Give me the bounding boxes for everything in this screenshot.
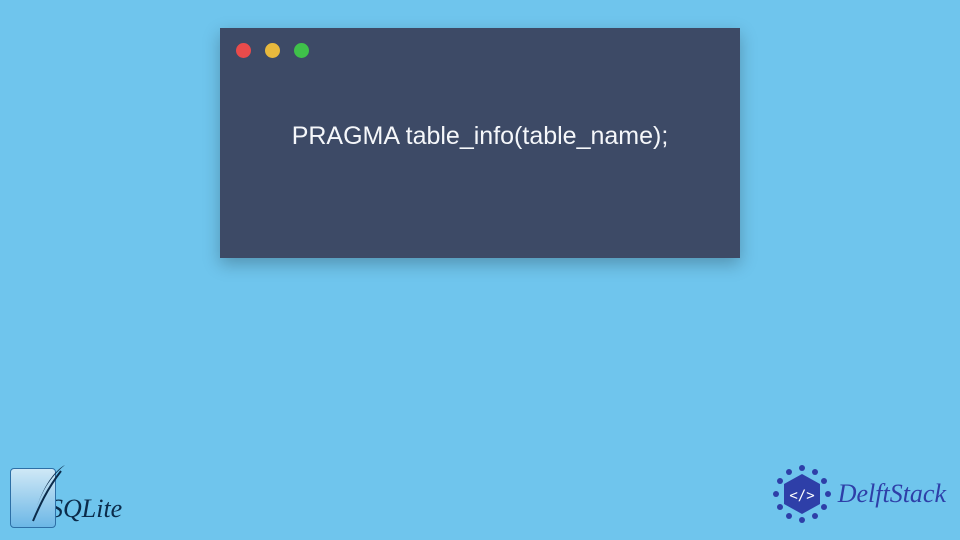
code-window: PRAGMA table_info(table_name); bbox=[220, 28, 740, 258]
feather-icon bbox=[27, 463, 69, 525]
delftstack-badge-icon: </> bbox=[770, 462, 834, 526]
sqlite-box-icon bbox=[10, 468, 56, 528]
code-line: PRAGMA table_info(table_name); bbox=[292, 122, 669, 150]
sqlite-logo: SQLite bbox=[10, 468, 122, 528]
maximize-icon bbox=[294, 43, 309, 58]
minimize-icon bbox=[265, 43, 280, 58]
svg-text:</>: </> bbox=[789, 488, 814, 504]
delftstack-label: DelftStack bbox=[838, 479, 946, 509]
close-icon bbox=[236, 43, 251, 58]
window-titlebar bbox=[220, 28, 740, 72]
code-content: PRAGMA table_info(table_name); bbox=[220, 72, 740, 151]
delftstack-logo: </> DelftStack bbox=[770, 462, 946, 526]
